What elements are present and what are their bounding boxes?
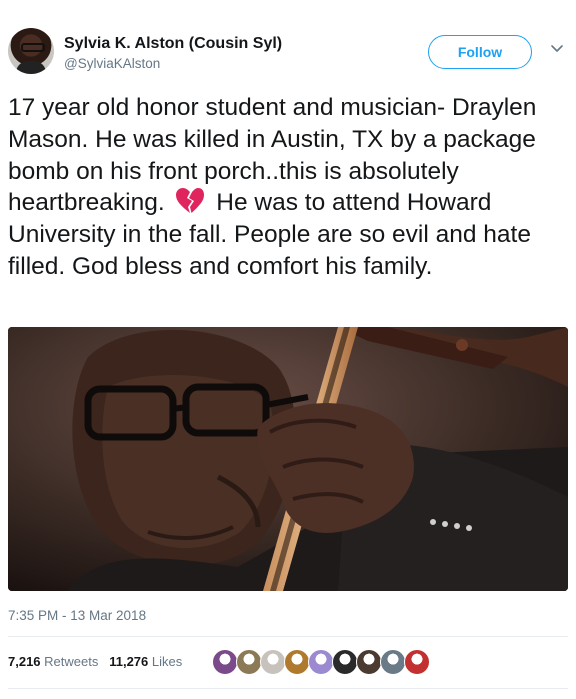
likes-count: 11,276 — [109, 654, 149, 669]
liker-avatar-3[interactable] — [260, 649, 286, 675]
retweets-count: 7,216 — [8, 654, 41, 669]
likes-stat[interactable]: 11,276 Likes — [109, 654, 182, 669]
tweet-timestamp[interactable]: 7:35 PM - 13 Mar 2018 — [8, 608, 146, 623]
retweets-label: Retweets — [44, 654, 99, 669]
author-handle[interactable]: @SylviaKAlston — [64, 56, 160, 71]
liker-avatar-7[interactable] — [356, 649, 382, 675]
avatar-glasses — [21, 43, 45, 52]
broken-heart-icon — [176, 188, 205, 214]
tweet-photo[interactable] — [8, 327, 568, 591]
liker-avatar-1[interactable] — [212, 649, 238, 675]
tweet-photo-image — [8, 327, 568, 591]
liker-avatar-5[interactable] — [308, 649, 334, 675]
divider-top — [8, 636, 568, 637]
liker-avatar-8[interactable] — [380, 649, 406, 675]
chevron-down-icon[interactable] — [549, 40, 565, 56]
liker-avatar-6[interactable] — [332, 649, 358, 675]
divider-bottom — [8, 688, 568, 689]
liker-avatar-4[interactable] — [284, 649, 310, 675]
avatar-shirt — [16, 61, 46, 74]
author-avatar[interactable] — [8, 28, 54, 74]
liker-avatar-9[interactable] — [404, 649, 430, 675]
liker-avatar-2[interactable] — [236, 649, 262, 675]
liker-avatars — [212, 649, 430, 675]
tweet-stats: 7,216 Retweets 11,276 Likes — [8, 654, 182, 669]
author-display-name[interactable]: Sylvia K. Alston (Cousin Syl) — [64, 35, 282, 53]
follow-button[interactable]: Follow — [428, 35, 532, 69]
retweets-stat[interactable]: 7,216 Retweets — [8, 654, 98, 669]
tweet-text: 17 year old honor student and musician- … — [8, 92, 568, 283]
likes-label: Likes — [151, 654, 183, 669]
